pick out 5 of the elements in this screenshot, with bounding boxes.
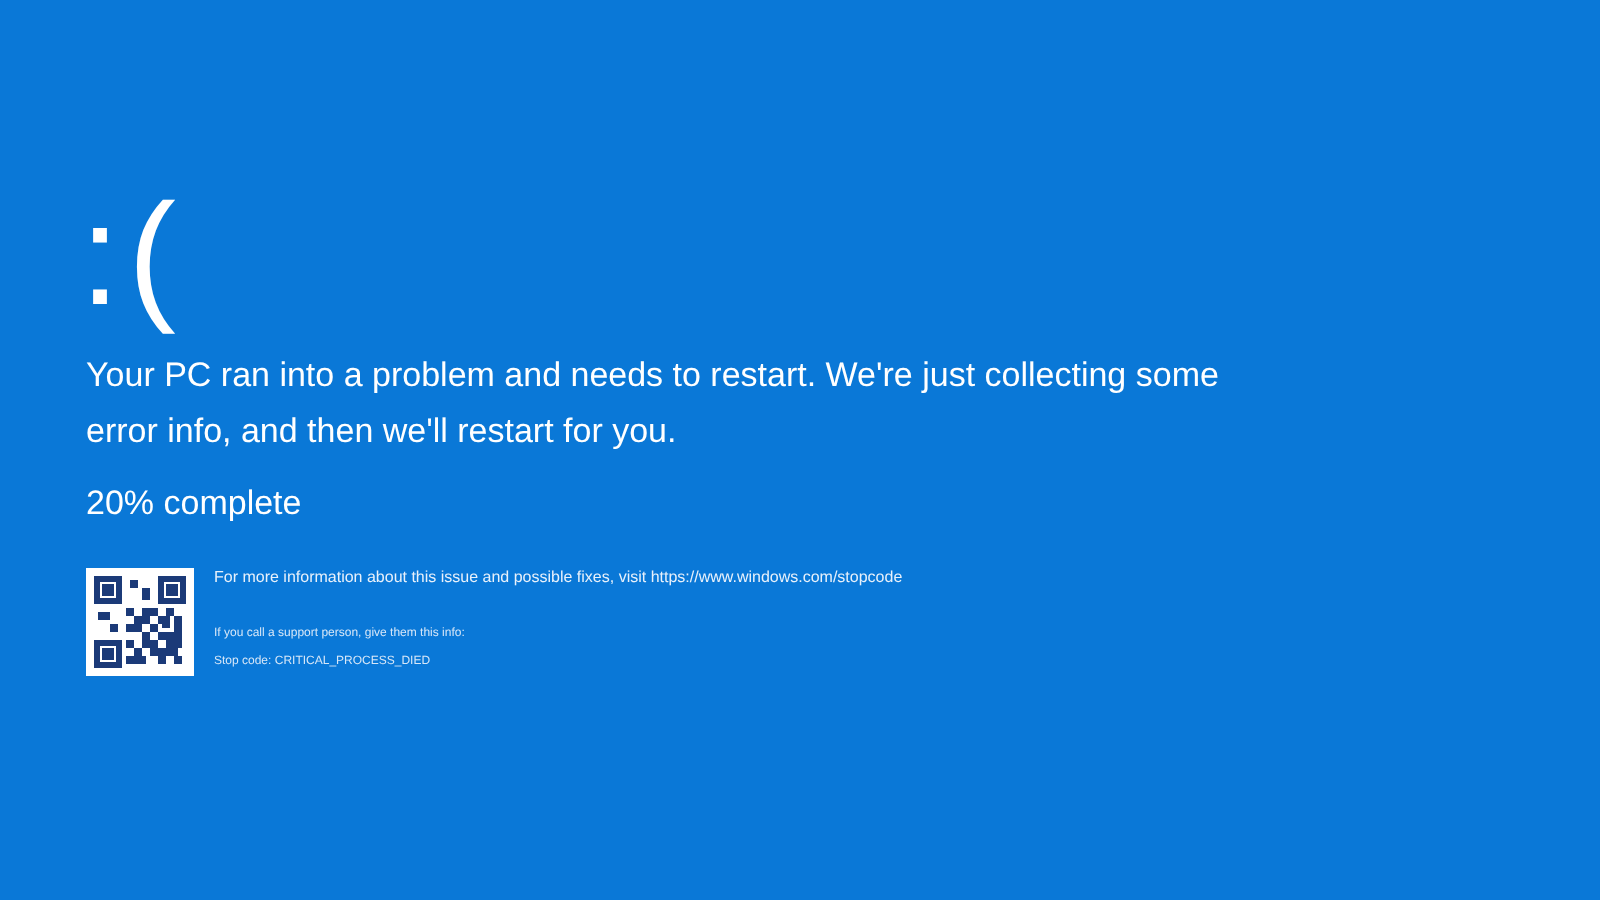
progress-text: 20% complete [86, 482, 304, 526]
info-text: For more information about this issue and possible fixes, visit https://www.windows.com/stopcode [214, 568, 903, 588]
sad-face: :( [80, 176, 186, 336]
qr-code-icon [86, 568, 194, 676]
error-message: Your PC ran into a problem and needs to restart. We're just collecting some error info, and then we'll restart for you. [86, 354, 1221, 454]
